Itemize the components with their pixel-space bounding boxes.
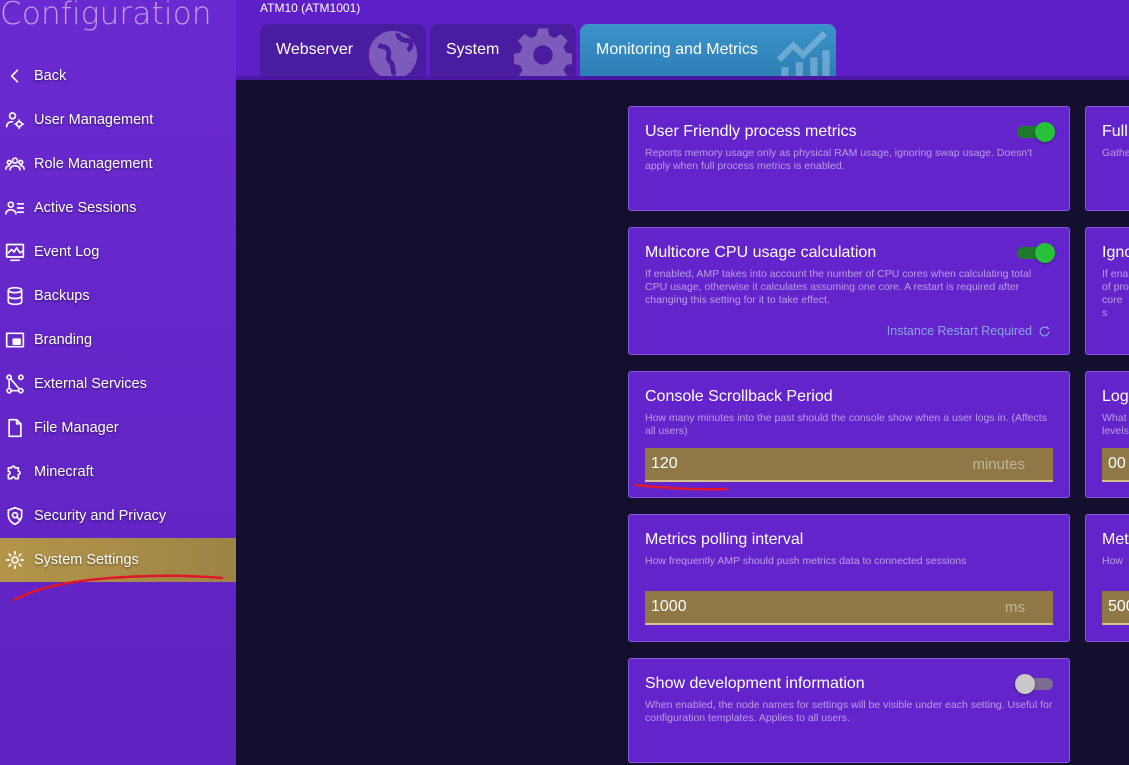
sidebar-item-file-manager[interactable]: File Manager [0, 406, 236, 450]
sidebar-item-external-services[interactable]: External Services [0, 362, 236, 406]
sidebar-item-security-and-privacy[interactable]: Security and Privacy [0, 494, 236, 538]
header: ATM10 (ATM1001) Webserver System Monitor… [236, 0, 1129, 80]
page-title: Configuration [0, 0, 212, 32]
setting-title: Multicore CPU usage calculation [645, 244, 877, 261]
nodes-icon [4, 373, 26, 395]
shield-icon [4, 505, 26, 527]
sidebar-item-label: Backups [34, 288, 90, 304]
sidebar-item-label: Event Log [34, 244, 100, 260]
instance-name: ATM10 (ATM1001) [260, 1, 361, 15]
user-list-icon [4, 197, 26, 219]
setting-description: How frequently AMP should push metrics d… [645, 555, 967, 567]
sidebar-item-backups[interactable]: Backups [0, 274, 236, 318]
input-value: 500 [1108, 598, 1129, 615]
setting-metrics-other: Met How 500 [1085, 514, 1129, 642]
restart-icon [1039, 325, 1050, 336]
tab-system[interactable]: System [430, 24, 576, 76]
sidebar-nav: Back User Management Role Management Act… [0, 54, 236, 582]
setting-description: When enabled, the node names for setting… [645, 699, 1053, 724]
sidebar-item-label: Role Management [34, 156, 153, 172]
sidebar-item-label: Security and Privacy [34, 508, 167, 524]
tab-label: Monitoring and Metrics [596, 41, 758, 58]
sidebar-item-label: External Services [34, 376, 147, 392]
gear-icon [512, 26, 574, 76]
chevron-left-icon [4, 65, 26, 87]
setting-multicore-cpu: Multicore CPU usage calculation If enabl… [628, 227, 1070, 355]
setting-title: Show development information [645, 675, 865, 692]
restart-required-note: Instance Restart Required [887, 324, 1051, 338]
sidebar-item-label: Active Sessions [34, 200, 137, 216]
setting-log-levels: Log What levels 00 [1085, 371, 1129, 498]
polling-input[interactable]: 1000 ms [645, 591, 1053, 625]
sidebar-item-label: Branding [34, 332, 93, 348]
sidebar-item-label: Minecraft [34, 464, 94, 480]
setting-title: Metrics polling interval [645, 531, 804, 548]
setting-title: Met [1102, 531, 1129, 548]
restart-required-label: Instance Restart Required [886, 324, 1032, 338]
sidebar-item-active-sessions[interactable]: Active Sessions [0, 186, 236, 230]
setting-description: How [1102, 555, 1124, 567]
log-input[interactable]: 00 [1102, 448, 1129, 482]
user-gear-icon [4, 109, 26, 131]
input-unit: ms [1005, 598, 1025, 616]
setting-title: User Friendly process metrics [645, 123, 857, 140]
group-icon [4, 153, 26, 175]
setting-description: What levels [1102, 412, 1129, 437]
scrollback-input[interactable]: 120 minutes [645, 448, 1053, 482]
sidebar: Configuration Back User Management Role … [0, 0, 236, 765]
input-unit: minutes [972, 455, 1025, 473]
setting-description: If ena of pro core s [1102, 268, 1129, 319]
setting-dev-info: Show development information When enable… [628, 658, 1070, 763]
tab-monitoring-and-metrics[interactable]: Monitoring and Metrics [580, 24, 836, 76]
sidebar-item-user-management[interactable]: User Management [0, 98, 236, 142]
metrics-input[interactable]: 500 [1102, 591, 1129, 625]
setting-description: Reports memory usage only as physical RA… [645, 147, 1033, 172]
setting-title: Igno [1102, 244, 1129, 261]
puzzle-icon [4, 461, 26, 483]
picture-in-picture-icon [4, 329, 26, 351]
chart-icon [774, 26, 832, 76]
sidebar-item-label: System Settings [34, 552, 139, 568]
sidebar-item-back[interactable]: Back [0, 54, 236, 98]
file-icon [4, 417, 26, 439]
input-value: 120 [651, 455, 678, 472]
sidebar-item-label: User Management [34, 112, 154, 128]
setting-description: If enabled, AMP takes into account the n… [645, 268, 1032, 306]
sidebar-item-label: File Manager [34, 420, 119, 436]
tab-label: System [446, 41, 500, 58]
setting-ignore: Igno If ena of pro core s [1085, 227, 1129, 355]
setting-description: How many minutes into the past should th… [645, 412, 1047, 437]
multicore-toggle[interactable] [1015, 242, 1055, 263]
setting-description: Gathe [1102, 147, 1129, 159]
setting-full-process-metrics: Full Gathe [1085, 106, 1129, 211]
gear-icon [4, 549, 26, 571]
sidebar-item-branding[interactable]: Branding [0, 318, 236, 362]
tab-label: Webserver [276, 41, 354, 58]
setting-console-scrollback: Console Scrollback Period How many minut… [628, 371, 1070, 498]
sidebar-item-label: Back [34, 68, 67, 84]
input-value: 1000 [651, 598, 687, 615]
dev-info-toggle[interactable] [1015, 673, 1055, 694]
sidebar-item-system-settings[interactable]: System Settings [0, 538, 236, 582]
sidebar-item-event-log[interactable]: Event Log [0, 230, 236, 274]
setting-user-friendly-metrics: User Friendly process metrics Reports me… [628, 106, 1070, 211]
setting-metrics-polling: Metrics polling interval How frequently … [628, 514, 1070, 642]
globe-icon [364, 26, 422, 76]
sidebar-item-minecraft[interactable]: Minecraft [0, 450, 236, 494]
user-friendly-toggle[interactable] [1015, 121, 1055, 142]
monitor-chart-icon [4, 241, 26, 263]
setting-title: Log [1102, 388, 1129, 405]
database-icon [4, 285, 26, 307]
input-value: 00 [1108, 455, 1126, 472]
tab-webserver[interactable]: Webserver [260, 24, 426, 76]
setting-title: Full [1102, 123, 1128, 140]
sidebar-item-role-management[interactable]: Role Management [0, 142, 236, 186]
tab-bar: Webserver System Monitoring and Metrics [260, 24, 836, 76]
setting-title: Console Scrollback Period [645, 388, 833, 405]
